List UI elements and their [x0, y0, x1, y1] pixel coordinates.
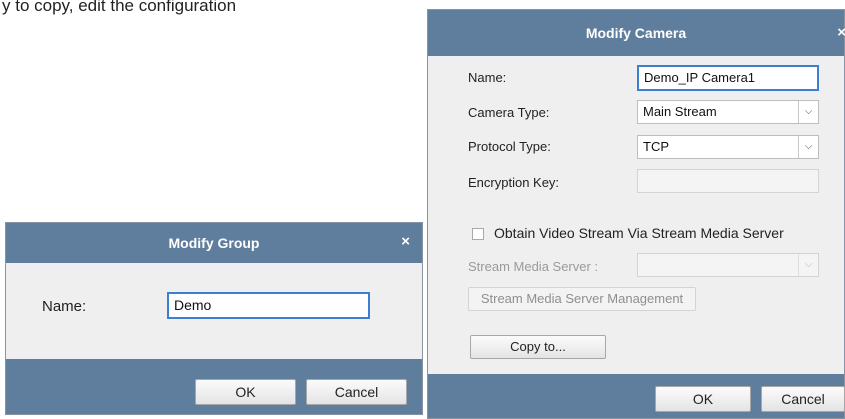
obtain-stream-checkbox[interactable]	[472, 228, 484, 240]
camera-cancel-button[interactable]: Cancel	[761, 386, 845, 412]
encryption-key-label: Encryption Key:	[468, 175, 560, 190]
camera-type-select[interactable]: Main Stream ⌵	[637, 100, 819, 124]
stream-server-management-button[interactable]: Stream Media Server Management	[468, 287, 696, 311]
stream-server-select[interactable]: ⌵	[637, 253, 819, 277]
copy-to-button[interactable]: Copy to...	[470, 335, 606, 359]
modify-camera-title: Modify Camera	[585, 25, 687, 41]
chevron-down-icon[interactable]: ⌵	[798, 136, 818, 158]
background-text: y to copy, edit the configuration	[2, 0, 237, 15]
camera-name-label: Name:	[468, 70, 507, 85]
group-name-label: Name:	[42, 298, 87, 315]
chevron-down-icon[interactable]: ⌵	[798, 101, 818, 123]
modify-camera-dialog: Modify Camera × Name: Demo_IP Camera1 Ca…	[427, 9, 845, 419]
group-ok-button[interactable]: OK	[195, 379, 296, 405]
close-icon[interactable]: ×	[401, 233, 410, 250]
protocol-type-select[interactable]: TCP ⌵	[637, 135, 819, 159]
chevron-down-icon[interactable]: ⌵	[798, 254, 818, 276]
camera-type-label: Camera Type:	[468, 105, 550, 120]
modify-camera-titlebar[interactable]: Modify Camera	[428, 10, 844, 56]
camera-ok-button[interactable]: OK	[655, 386, 751, 412]
group-name-input[interactable]: Demo	[167, 292, 370, 319]
modify-group-dialog: Modify Group × Name: Demo OK Cancel	[5, 222, 423, 415]
group-name-value: Demo	[174, 297, 212, 313]
encryption-key-input[interactable]	[637, 169, 819, 193]
protocol-type-value: TCP	[643, 139, 669, 154]
close-icon[interactable]: ×	[837, 24, 845, 41]
camera-type-value: Main Stream	[643, 104, 717, 119]
obtain-stream-label: Obtain Video Stream Via Stream Media Ser…	[494, 225, 784, 241]
group-cancel-button[interactable]: Cancel	[306, 379, 407, 405]
modify-group-title: Modify Group	[168, 235, 260, 251]
modify-group-titlebar[interactable]: Modify Group	[6, 223, 422, 263]
camera-name-input[interactable]: Demo_IP Camera1	[637, 65, 819, 91]
stream-server-label: Stream Media Server :	[468, 259, 599, 274]
camera-name-value: Demo_IP Camera1	[644, 70, 756, 85]
protocol-type-label: Protocol Type:	[468, 139, 551, 154]
